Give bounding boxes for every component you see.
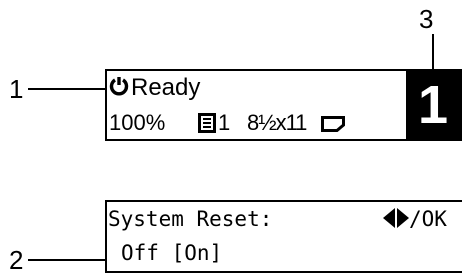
callout-1-number: 1: [9, 74, 24, 104]
power-icon: [109, 77, 129, 96]
callout-1-leader: [28, 88, 106, 90]
confirm-hint: /OK: [409, 207, 447, 231]
reset-options: Off [On]: [121, 241, 223, 265]
callout-3-number: 3: [419, 4, 434, 34]
callout-2-number: 2: [9, 245, 24, 275]
tray-icon: [198, 113, 216, 133]
callout-2-leader: [28, 259, 106, 261]
system-reset-panel: System Reset: /OK Off [On]: [105, 200, 462, 273]
zoom-ratio: 100%: [109, 110, 166, 135]
copy-count: 1: [218, 110, 231, 135]
callout-3-leader: [432, 34, 434, 70]
left-right-arrows-icon: [383, 208, 409, 228]
paper-size: 8½x11: [247, 110, 307, 135]
system-reset-title: System Reset:: [108, 207, 273, 231]
paper-orientation-icon: [321, 116, 345, 132]
copy-quantity-counter: 1: [406, 71, 460, 139]
status-display-panel: Ready 100% 1 8½x11 1: [105, 69, 462, 141]
status-text: Ready: [131, 74, 201, 101]
